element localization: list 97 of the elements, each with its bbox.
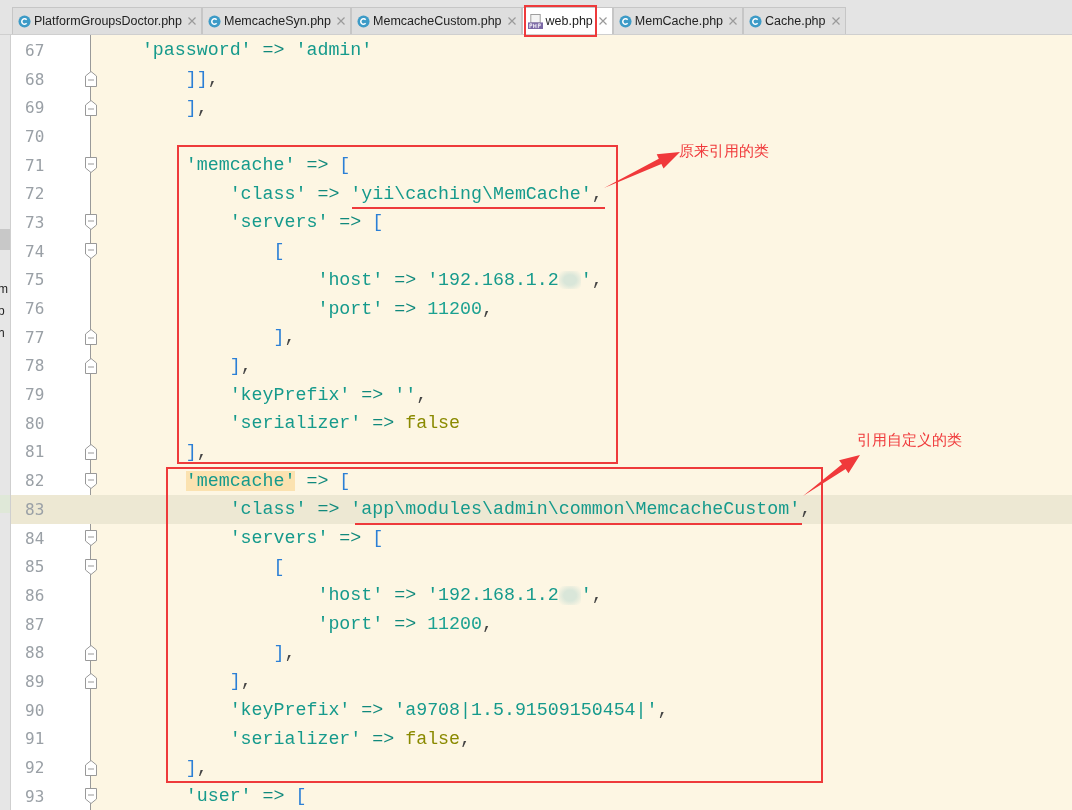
code-line: 'host' => '192.168.1.2 ', xyxy=(317,585,603,606)
annotation-label: 引用自定义的类 xyxy=(857,431,962,450)
code-line: 'port' => 11200, xyxy=(317,298,493,319)
code-line: ]], xyxy=(185,69,219,90)
fold-icon[interactable] xyxy=(85,71,97,88)
tab-label: PlatformGroupsDoctor.php xyxy=(34,14,182,28)
fold-icon[interactable] xyxy=(85,157,97,174)
code-line: ], xyxy=(185,441,208,462)
php-file-icon xyxy=(527,13,543,29)
line-number: 69 xyxy=(25,98,45,118)
editor-tab[interactable]: MemCache.php xyxy=(612,7,744,34)
line-number: 67 xyxy=(25,40,45,60)
editor-tab[interactable]: web.php xyxy=(521,7,613,34)
fold-icon[interactable] xyxy=(85,243,97,260)
fold-icon[interactable] xyxy=(85,558,97,575)
line-number: 92 xyxy=(25,758,45,778)
line-number: 68 xyxy=(25,69,45,89)
editor-tab[interactable]: Cache.php xyxy=(743,7,846,34)
fold-icon[interactable] xyxy=(85,673,97,690)
class-file-icon xyxy=(618,14,632,28)
tab-label: MemcacheCustom.php xyxy=(373,14,502,28)
code-line: 'servers' => [ xyxy=(229,212,384,233)
line-number: 86 xyxy=(25,585,45,605)
arrow-icon xyxy=(604,152,680,188)
fold-icon[interactable] xyxy=(85,530,97,547)
fold-icon[interactable] xyxy=(85,644,97,661)
code-line: 'keyPrefix' => 'a9708|1.5.91509150454|', xyxy=(229,700,669,721)
line-number: 71 xyxy=(25,155,45,175)
line-number: 80 xyxy=(25,413,45,433)
fold-icon[interactable] xyxy=(85,759,97,776)
class-file-icon xyxy=(208,14,221,28)
code-line: 'class' => 'yii\caching\MemCache', xyxy=(229,183,603,204)
code-line: 'memcache' => [ xyxy=(185,155,351,176)
code-line: ], xyxy=(185,97,208,118)
close-icon[interactable] xyxy=(831,17,840,25)
line-number: 82 xyxy=(25,471,45,491)
line-number: 81 xyxy=(25,442,45,462)
class-file-icon xyxy=(749,14,763,28)
tab-label: MemcacheSyn.php xyxy=(224,14,331,28)
code-line: 'servers' => [ xyxy=(229,528,384,549)
line-number: 79 xyxy=(25,385,45,405)
line-number: 83 xyxy=(25,499,45,519)
line-number: 74 xyxy=(25,241,45,261)
fold-icon[interactable] xyxy=(85,472,97,489)
code-line: 'keyPrefix' => '', xyxy=(229,384,428,405)
line-number: 89 xyxy=(25,671,45,691)
line-number: 76 xyxy=(25,299,45,319)
panel-row-highlight xyxy=(0,495,10,513)
code-line: ], xyxy=(185,757,208,778)
line-number: 91 xyxy=(25,729,45,749)
line-number: 90 xyxy=(25,700,45,720)
code-line: 'port' => 11200, xyxy=(317,614,493,635)
line-number: 88 xyxy=(25,643,45,663)
line-number: 75 xyxy=(25,270,45,290)
fold-icon[interactable] xyxy=(85,788,97,805)
class-file-icon xyxy=(357,14,370,28)
code-line: 'user' => [ xyxy=(185,786,307,807)
line-number: 73 xyxy=(25,212,45,232)
tab-label: Cache.php xyxy=(765,14,826,28)
editor-tab[interactable]: MemcacheCustom.php xyxy=(351,7,522,34)
close-icon[interactable] xyxy=(729,17,738,25)
fold-icon[interactable] xyxy=(85,357,97,374)
code-line: ], xyxy=(273,327,296,348)
line-number: 70 xyxy=(25,126,45,146)
close-icon[interactable] xyxy=(188,17,196,25)
line-number: 78 xyxy=(25,356,45,376)
editor-tab[interactable]: MemcacheSyn.php xyxy=(202,7,351,34)
line-number: 93 xyxy=(25,786,45,806)
line-number: 85 xyxy=(25,557,45,577)
line-number: 84 xyxy=(25,528,45,548)
code-line: [ xyxy=(273,556,285,577)
line-number: 77 xyxy=(25,327,45,347)
code-line: ], xyxy=(229,355,252,376)
fold-icon[interactable] xyxy=(85,99,97,116)
code-line: ], xyxy=(229,671,252,692)
fold-icon[interactable] xyxy=(85,214,97,231)
line-number: 87 xyxy=(25,614,45,634)
code-line: 'class' => 'app\modules\admin\common\MemcacheCustom', xyxy=(229,499,812,520)
tab-label: MemCache.php xyxy=(634,14,724,28)
code-line: 'password' => 'admin' xyxy=(141,40,373,61)
class-file-icon xyxy=(18,14,31,28)
code-line: 'memcache' => [ xyxy=(185,470,351,491)
annotation-label: 原来引用的类 xyxy=(679,142,769,161)
close-icon[interactable] xyxy=(598,17,607,25)
close-icon[interactable] xyxy=(337,17,345,25)
editor-tab[interactable]: PlatformGroupsDoctor.php xyxy=(12,7,202,34)
code-line: ], xyxy=(273,642,296,663)
code-line: 'serializer' => false, xyxy=(229,728,472,749)
fold-icon[interactable] xyxy=(85,443,97,460)
close-icon[interactable] xyxy=(507,17,516,25)
code-line: 'host' => '192.168.1.2 ', xyxy=(317,269,603,290)
tab-label: web.php xyxy=(545,14,593,28)
fold-icon[interactable] xyxy=(85,329,97,346)
arrow-icon xyxy=(803,455,860,496)
code-line: 'serializer' => false xyxy=(229,413,461,434)
code-line: [ xyxy=(273,241,285,262)
line-number: 72 xyxy=(25,184,45,204)
